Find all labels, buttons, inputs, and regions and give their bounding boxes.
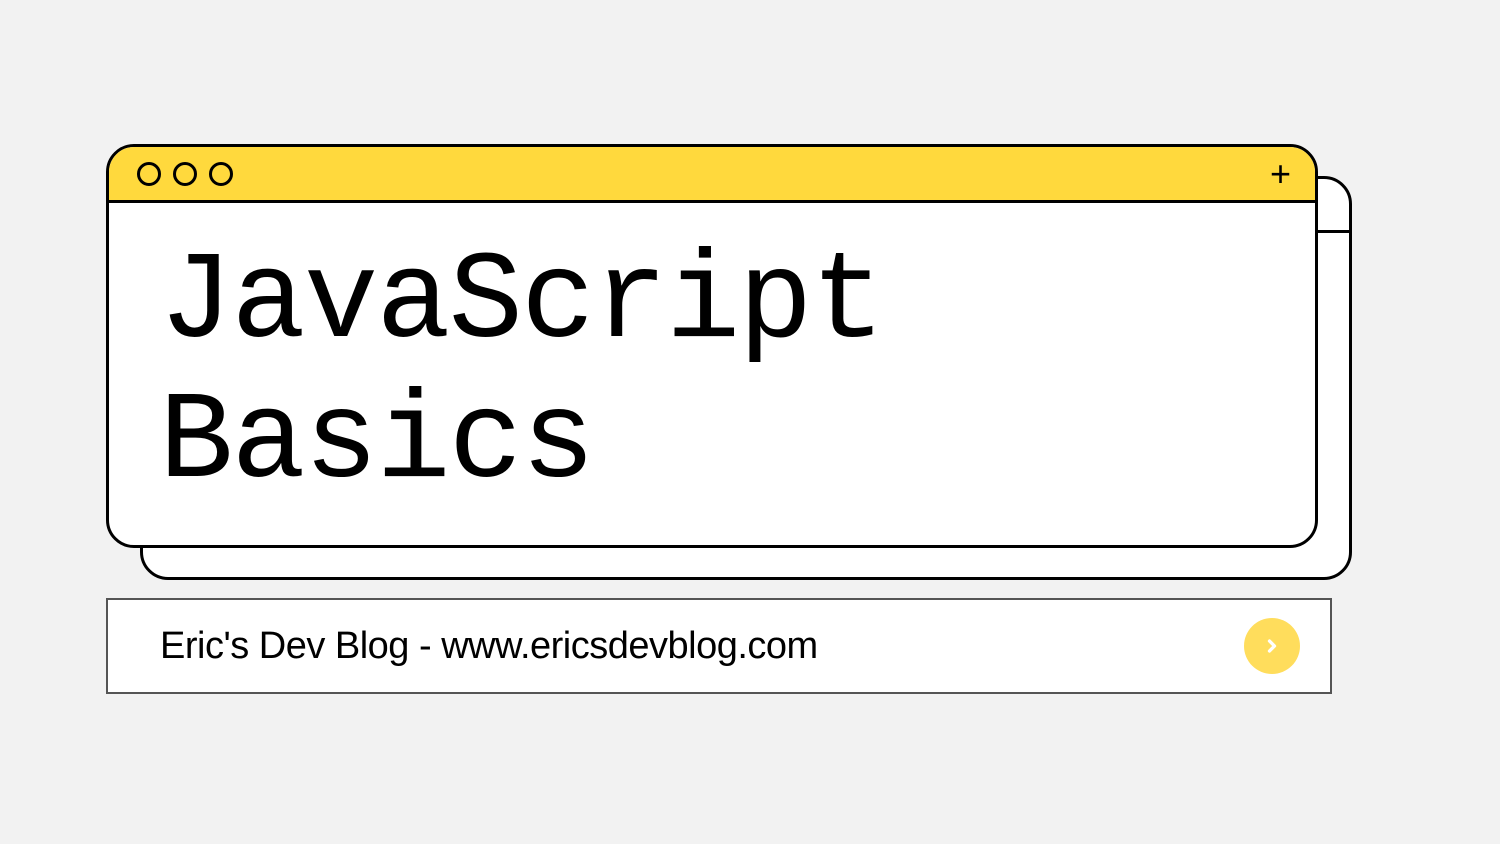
go-button[interactable] (1244, 618, 1300, 674)
window-titlebar: + (109, 147, 1315, 203)
close-icon[interactable] (137, 162, 161, 186)
main-window: + JavaScript Basics (106, 144, 1318, 548)
page-title: JavaScript Basics (159, 234, 1315, 514)
address-bar: Eric's Dev Blog - www.ericsdevblog.com (106, 598, 1332, 694)
traffic-lights (137, 162, 233, 186)
plus-icon[interactable]: + (1270, 156, 1291, 192)
chevron-right-icon (1262, 636, 1282, 656)
maximize-icon[interactable] (209, 162, 233, 186)
address-text: Eric's Dev Blog - www.ericsdevblog.com (160, 625, 818, 668)
minimize-icon[interactable] (173, 162, 197, 186)
window-body: JavaScript Basics (109, 203, 1315, 545)
